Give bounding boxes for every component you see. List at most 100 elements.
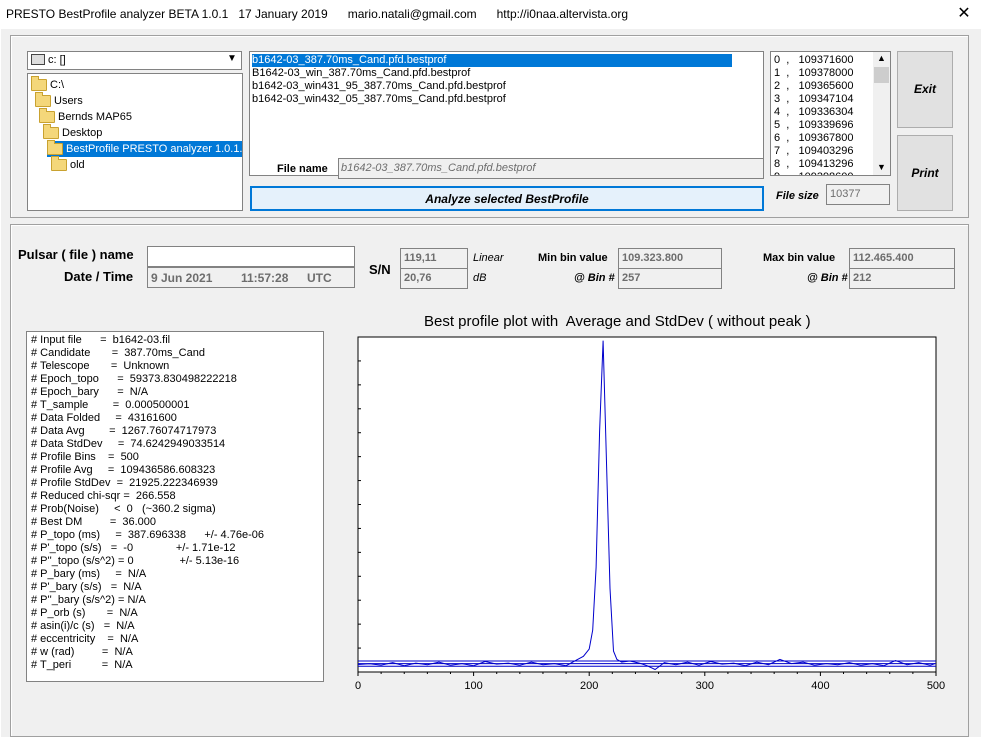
profile-info-line: # Input file = b1642-03.fil [31,334,171,346]
bin-row: 4 , 109336304 [774,106,854,118]
bin-row: 8 , 109413296 [774,158,854,170]
folder-tree[interactable]: C:\ Users Bernds MAP65 Desktop BestProfi… [27,73,243,211]
profile-info-line: # Telescope = Unknown [31,360,170,372]
max-bin-label: Max bin value [763,252,836,264]
max-bin-value-field: 112.465.400 [849,248,955,269]
profile-info-line: # eccentricity = N/A [31,633,139,645]
folder-label: Users [54,95,83,107]
x-tick-label: 400 [811,680,829,692]
analyze-button[interactable]: Analyze selected BestProfile [250,186,764,211]
profile-info-line: # Profile Bins = 500 [31,451,139,463]
bin-row: 9 , 109398600 [774,171,854,175]
sn-linear-field: 119,11 [400,248,468,269]
folder-open-icon [39,108,55,124]
bin-row: 7 , 109403296 [774,145,854,157]
x-tick-label: 0 [355,680,361,692]
file-name-field[interactable]: b1642-03_387.70ms_Cand.pfd.bestprof [338,158,764,179]
profile-info-line: # Data Folded = 43161600 [31,412,177,424]
profile-info-line: # P'_topo (s/s) = -0 +/- 1.71e-12 [31,542,236,554]
folder-open-icon [31,76,47,92]
file-size-field: 10377 [826,184,890,205]
folder-label: BestProfile PRESTO analyzer 1.0.1.e [66,143,243,155]
x-tick-label: 100 [464,680,482,692]
datetime-field: 9 Jun 2021 11:57:28 UTC [147,267,355,288]
title-bar: PRESTO BestProfile analyzer BETA 1.0.1 1… [0,0,982,28]
folder-open-icon [35,92,51,108]
folder-label: old [70,159,85,171]
file-item-selected[interactable]: b1642-03_387.70ms_Cand.pfd.bestprof [252,54,732,67]
profile-info-line: # Data Avg = 1267.76074717973 [31,425,217,437]
min-bin-index-field: 257 [618,268,722,289]
date-value: 9 Jun 2021 [151,271,213,285]
profile-info-line: # w (rad) = N/A [31,646,133,658]
folder-label: Desktop [62,127,103,139]
profile-info-line: # Profile Avg = 109436586.608323 [31,464,216,476]
folder-item[interactable]: Users [35,92,83,109]
scroll-down-icon[interactable]: ▼ [877,162,886,172]
profile-info-panel: # Input file = b1642-03.fil # Candidate =… [26,331,324,682]
folder-item[interactable]: Desktop [43,124,103,141]
file-item[interactable]: b1642-03_win432_05_387.70ms_Cand.pfd.bes… [252,93,506,106]
bin-row: 1 , 109378000 [774,67,854,79]
profile-info-line: # Best DM = 36.000 [31,516,157,528]
profile-info-line: # Prob(Noise) < 0 (~360.2 sigma) [31,503,216,515]
scrollbar[interactable]: ▲ ▼ [873,52,890,175]
profile-info-line: # Epoch_bary = N/A [31,386,149,398]
pulsar-name-field[interactable] [147,246,355,267]
scroll-thumb[interactable] [874,67,889,83]
bin-row: 3 , 109347104 [774,93,854,105]
folder-item-selected[interactable]: BestProfile PRESTO analyzer 1.0.1.e [47,140,243,157]
profile-info-line: # P_orb (s) = N/A [31,607,138,619]
folder-item[interactable]: Bernds MAP65 [39,108,132,125]
folder-open-icon [47,140,63,156]
bin-values-list[interactable]: 0 , 109371600 1 , 109378000 2 , 10936560… [770,51,891,176]
profile-info-line: # Profile StdDev = 21925.222346939 [31,477,218,489]
drive-select-value: c: [] [48,54,66,66]
exit-button[interactable]: Exit [897,51,953,128]
folder-item[interactable]: C:\ [31,76,64,93]
datetime-label: Date / Time [64,269,134,284]
folder-item[interactable]: old [51,156,85,173]
print-button[interactable]: Print [897,135,953,211]
folder-label: Bernds MAP65 [58,111,132,123]
bin-row: 0 , 109371600 [774,54,854,66]
x-tick-label: 500 [927,680,945,692]
sn-db-field: 20,76 [400,268,468,289]
min-bin-at-label: @ Bin # [574,272,615,284]
file-item[interactable]: b1642-03_win431_95_387.70ms_Cand.pfd.bes… [252,80,506,93]
sn-db-unit: dB [473,272,487,284]
drive-icon [31,54,45,65]
profile-info-line: # P'_bary (s/s) = N/A [31,581,142,593]
min-bin-label: Min bin value [538,252,608,264]
plot-area [357,336,937,673]
profile-info-line: # Epoch_topo = 59373.830498222218 [31,373,237,385]
profile-info-line: # Reduced chi-sqr = 266.558 [31,490,176,502]
close-icon[interactable]: ✕ [946,0,982,28]
file-name-label: File name [277,163,328,175]
profile-info-line: # P''_topo (s/s^2) = 0 +/- 5.13e-16 [31,555,240,567]
min-bin-value-field: 109.323.800 [618,248,722,269]
profile-chart: 0 100 200 300 400 500 [355,336,945,692]
profile-info-line: # T_peri = N/A [31,659,133,671]
x-tick-label: 300 [696,680,714,692]
main-window: c: [] ▼ C:\ Users Bernds MAP65 Desktop B… [1,29,981,737]
folder-closed-icon [51,156,67,172]
scroll-up-icon[interactable]: ▲ [877,53,886,63]
profile-info-line: # Data StdDev = 74.6242949033514 [31,438,226,450]
drive-select[interactable]: c: [] ▼ [27,51,242,70]
window-title: PRESTO BestProfile analyzer BETA 1.0.1 1… [6,7,629,21]
file-item[interactable]: B1642-03_win_387.70ms_Cand.pfd.bestprof [252,67,470,80]
max-bin-at-label: @ Bin # [807,272,848,284]
bin-row: 6 , 109367800 [774,132,854,144]
profile-info-line: # P''_bary (s/s^2) = N/A [31,594,146,606]
profile-info-line: # P_topo (ms) = 387.696338 +/- 4.76e-06 [31,529,264,541]
time-value: 11:57:28 [241,271,289,285]
profile-info-line: # asin(i)/c (s) = N/A [31,620,135,632]
max-bin-index-field: 212 [849,268,955,289]
chevron-down-icon: ▼ [227,53,237,64]
x-tick-label: 200 [580,680,598,692]
file-size-label: File size [776,190,819,202]
bin-row: 5 , 109339696 [774,119,854,131]
chart-title: Best profile plot with Average and StdDe… [424,313,811,330]
timezone-value: UTC [307,271,332,285]
